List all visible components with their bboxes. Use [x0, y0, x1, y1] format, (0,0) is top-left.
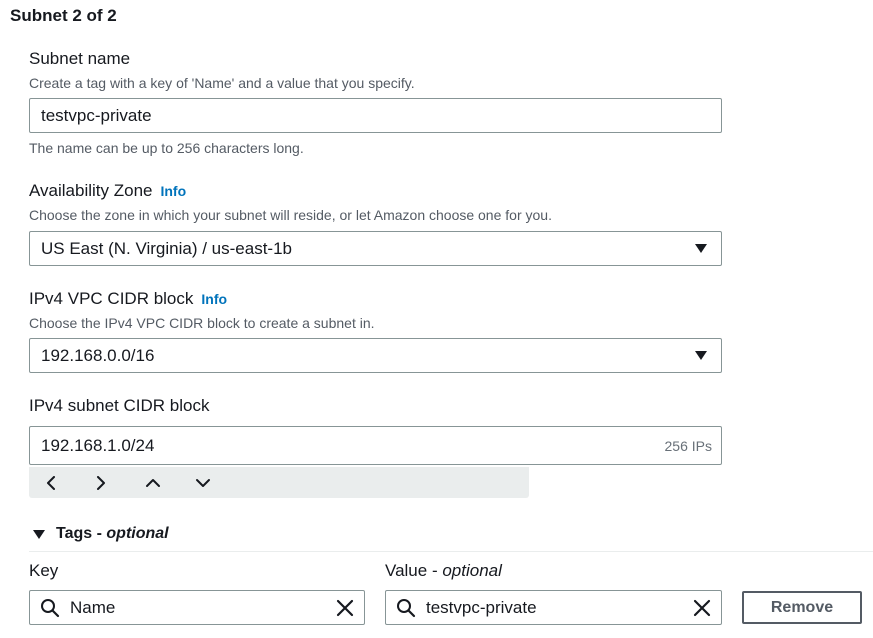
- vpc-cidr-label-text: IPv4 VPC CIDR block: [29, 289, 194, 308]
- subnet-name-constraint: The name can be up to 256 characters lon…: [29, 140, 304, 156]
- vpc-cidr-info-link[interactable]: Info: [201, 291, 227, 307]
- availability-zone-description: Choose the zone in which your subnet wil…: [29, 207, 552, 223]
- subnet-name-value: testvpc-private: [41, 105, 152, 125]
- availability-zone-label: Availability Zone Info: [29, 181, 186, 201]
- availability-zone-info-link[interactable]: Info: [160, 183, 186, 199]
- tags-divider: [29, 551, 873, 552]
- tag-value-value: testvpc-private: [426, 597, 537, 617]
- tags-expander[interactable]: Tags - optional: [33, 525, 169, 543]
- subnet-name-description: Create a tag with a key of 'Name' and a …: [29, 75, 415, 91]
- close-icon[interactable]: [693, 599, 711, 617]
- chevron-left-icon[interactable]: [45, 467, 95, 498]
- chevron-up-icon[interactable]: [145, 467, 195, 498]
- availability-zone-label-text: Availability Zone: [29, 181, 153, 200]
- tag-value-label-text: Value -: [385, 561, 443, 580]
- subnet-cidr-ip-count: 256 IPs: [664, 437, 712, 454]
- caret-down-icon: [695, 351, 707, 360]
- vpc-cidr-description: Choose the IPv4 VPC CIDR block to create…: [29, 315, 375, 331]
- subnet-name-input[interactable]: testvpc-private: [29, 98, 722, 133]
- tag-key-input[interactable]: Name: [29, 590, 365, 625]
- remove-tag-button[interactable]: Remove: [742, 591, 862, 624]
- availability-zone-selected: US East (N. Virginia) / us-east-1b: [41, 238, 292, 258]
- chevron-right-icon[interactable]: [95, 467, 145, 498]
- tag-key-label: Key: [29, 561, 59, 580]
- subnet-form: Subnet 2 of 2 Subnet name Create a tag w…: [0, 0, 873, 638]
- tags-header-text: Tags -: [56, 525, 102, 542]
- search-icon: [397, 598, 416, 617]
- subnet-name-label: Subnet name: [29, 49, 131, 68]
- search-icon: [41, 598, 60, 617]
- tag-value-label-optional: optional: [442, 561, 502, 580]
- cidr-adjust-toolbar: [29, 467, 529, 498]
- tag-value-input[interactable]: testvpc-private: [385, 590, 722, 625]
- section-title: Subnet 2 of 2: [10, 6, 117, 25]
- vpc-cidr-label: IPv4 VPC CIDR block Info: [29, 289, 227, 309]
- subnet-cidr-label: IPv4 subnet CIDR block: [29, 396, 210, 415]
- tag-key-value: Name: [70, 597, 116, 617]
- availability-zone-select[interactable]: US East (N. Virginia) / us-east-1b: [29, 231, 722, 266]
- subnet-cidr-value: 192.168.1.0/24: [41, 435, 155, 455]
- caret-down-icon: [33, 529, 45, 539]
- tag-value-label: Value - optional: [385, 561, 502, 581]
- subnet-cidr-input[interactable]: 192.168.1.0/24 256 IPs: [29, 426, 722, 465]
- vpc-cidr-select[interactable]: 192.168.0.0/16: [29, 338, 722, 373]
- close-icon[interactable]: [336, 599, 354, 617]
- caret-down-icon: [695, 244, 707, 253]
- chevron-down-icon[interactable]: [195, 467, 245, 498]
- tags-header-optional: optional: [106, 525, 169, 542]
- vpc-cidr-selected: 192.168.0.0/16: [41, 345, 155, 365]
